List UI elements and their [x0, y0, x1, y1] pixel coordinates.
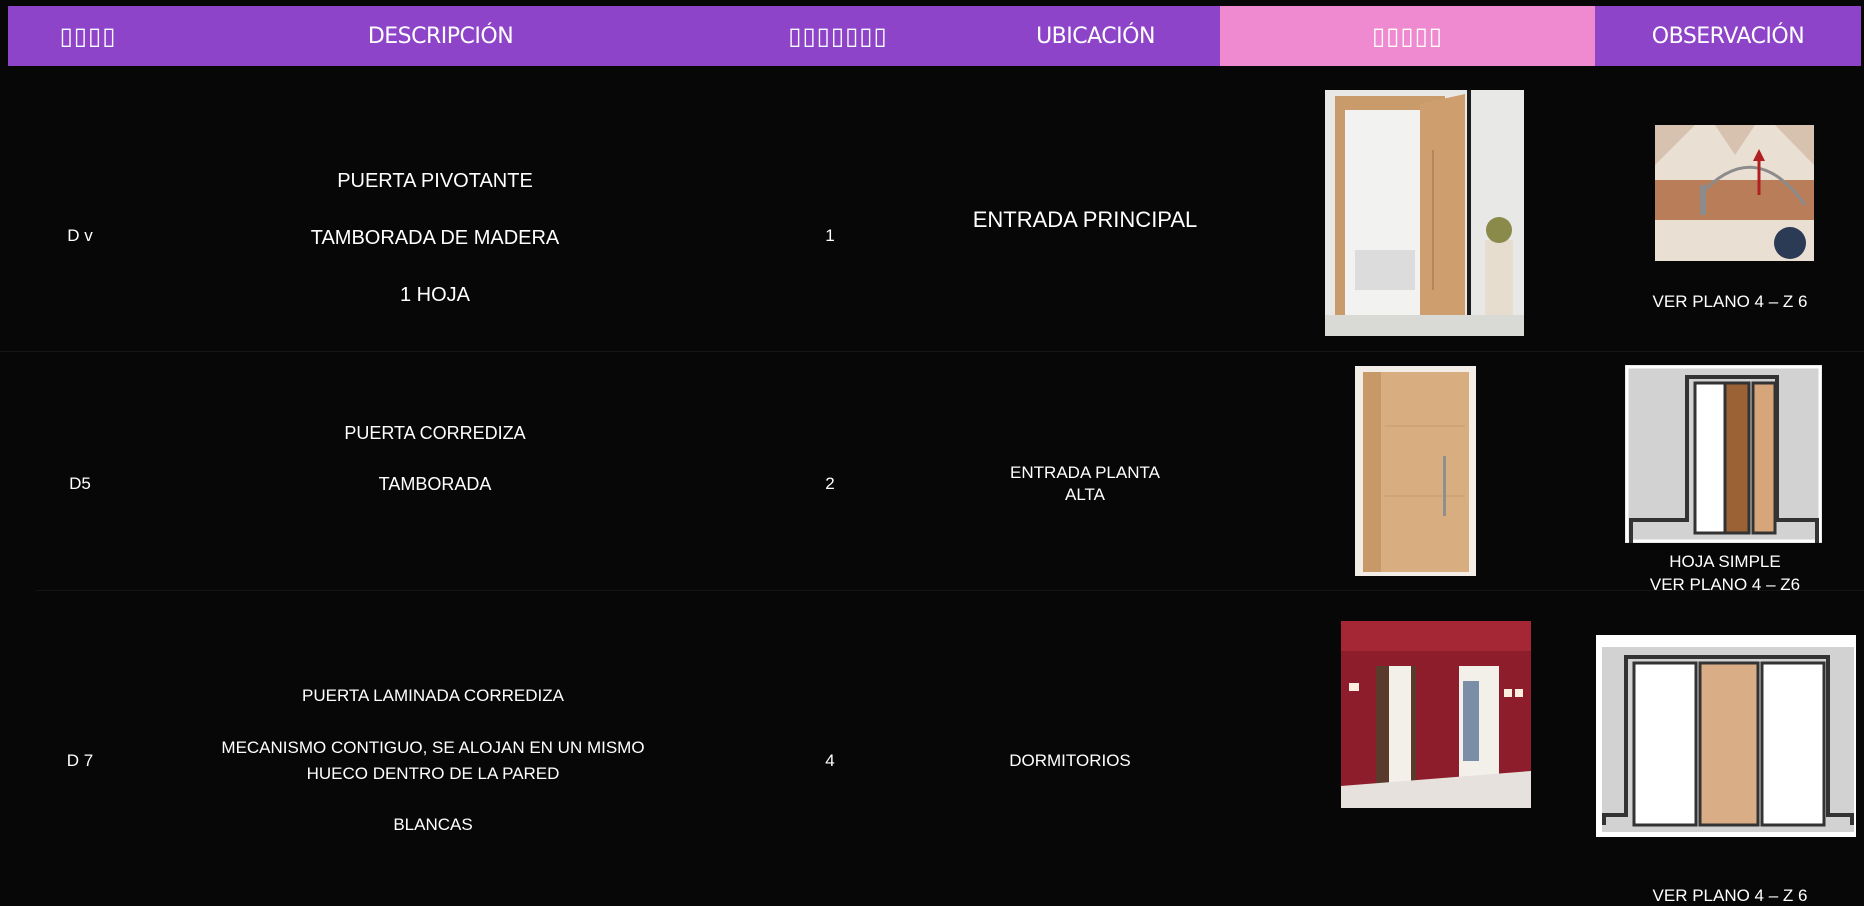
pivot-mechanism-diagram	[1655, 125, 1814, 261]
row-description-line: PUERTA CORREDIZA	[344, 423, 526, 443]
header-code: ▯▯▯▯	[59, 22, 117, 50]
door-photo	[1341, 621, 1531, 808]
door-photo	[1355, 366, 1476, 576]
header-image: ▯▯▯▯▯	[1220, 6, 1595, 66]
row-code: D v	[67, 226, 93, 245]
sliding-door-diagram	[1596, 635, 1856, 837]
row-code: D 7	[66, 751, 94, 770]
sliding-door-diagram	[1625, 365, 1822, 543]
row-divider	[0, 351, 1864, 352]
table-header: ▯▯▯▯ DESCRIPCIÓN ▯▯▯▯▯▯▯ UBICACIÓN ▯▯▯▯▯…	[8, 6, 1861, 66]
row-observation-line: VER PLANO 4 – Z6	[1649, 575, 1801, 591]
row-quantity: 4	[825, 751, 835, 770]
row-location: ENTRADA PRINCIPAL	[972, 207, 1198, 232]
row-description-line: PUERTA PIVOTANTE	[337, 170, 533, 192]
row-observation: VER PLANO 4 – Z 6	[1652, 886, 1808, 905]
row-location-line: ALTA	[1065, 485, 1105, 504]
row-description-line: PUERTA LAMINADA CORREDIZA	[302, 686, 564, 705]
row-description-line: TAMBORADA	[378, 474, 492, 494]
row-description-line: 1 HOJA	[399, 284, 471, 306]
row-quantity: 1	[825, 226, 835, 245]
door-photo	[1325, 90, 1524, 336]
row-quantity: 2	[825, 474, 835, 493]
header-observation: OBSERVACIÓN	[1651, 23, 1805, 49]
row-observation-line: HOJA SIMPLE	[1669, 552, 1781, 571]
row-location-line: ENTRADA PLANTA	[1010, 463, 1160, 482]
header-location: UBICACIÓN	[1036, 23, 1155, 49]
row-description-line: HUECO DENTRO DE LA PARED	[306, 764, 560, 783]
row-description-line: BLANCAS	[393, 815, 473, 834]
row-divider	[36, 590, 1864, 591]
row-location: DORMITORIOS	[1009, 751, 1131, 770]
row-description-line: MECANISMO CONTIGUO, SE ALOJAN EN UN MISM…	[221, 738, 645, 757]
header-quantity: ▯▯▯▯▯▯▯	[788, 22, 888, 50]
header-description: DESCRIPCIÓN	[367, 23, 514, 49]
row-description-line: TAMBORADA DE MADERA	[310, 227, 560, 249]
row-code: D5	[69, 474, 91, 493]
row-observation: VER PLANO 4 – Z 6	[1652, 292, 1808, 311]
